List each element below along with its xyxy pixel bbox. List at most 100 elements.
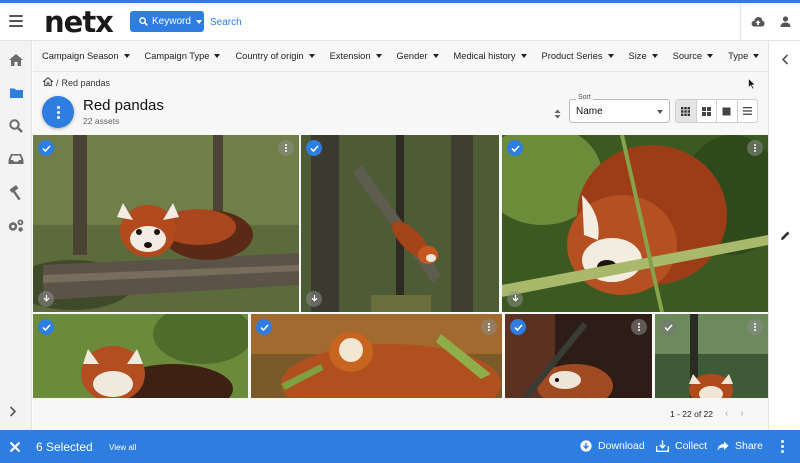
keyword-label: Keyword [152,16,191,27]
more-options-icon[interactable] [278,140,294,156]
filter-country-of-origin[interactable]: Country of origin [235,51,315,61]
sort-direction-icon[interactable] [554,106,561,124]
next-page-icon[interactable]: › [740,408,743,419]
page-title: Red pandas [83,97,164,114]
magnify-icon [9,119,23,133]
red-panda-on-log-thumbnail [33,135,299,312]
view-mode-toggle [675,99,758,123]
selected-check-icon[interactable] [38,140,54,156]
single-view-button[interactable] [717,100,738,122]
collapse-panel-chevron-icon[interactable] [778,52,792,66]
list-icon [742,107,752,115]
mouse-cursor-icon [748,78,756,90]
filter-medical-history[interactable]: Medical history [454,51,527,61]
left-navigation [0,41,32,430]
filter-bar: Campaign Season Campaign Type Country of… [33,41,768,72]
download-circle-icon [580,440,592,452]
nav-home[interactable] [0,46,32,74]
download-icon[interactable] [507,291,523,307]
main-content: / Red pandas Red pandas 22 assets Sort N… [33,72,768,430]
share-button[interactable]: Share [717,440,763,452]
asset-tile[interactable] [251,314,502,398]
filter-type[interactable]: Type [728,51,760,61]
more-options-icon[interactable] [747,319,763,335]
selected-count: 6 Selected [36,440,93,454]
sort-select[interactable]: Sort Name [569,94,670,123]
view-all-link[interactable]: View all [109,443,136,452]
selected-check-icon[interactable] [38,319,54,335]
grid-small-view-button[interactable] [676,100,697,122]
red-panda-eating-bamboo-thumbnail [502,135,768,312]
more-options-icon[interactable] [481,319,497,335]
unselected-check-icon[interactable] [660,319,676,335]
filter-extension[interactable]: Extension [330,51,382,61]
netx-logo[interactable]: netx [44,5,114,39]
dropdown-caret-icon [520,54,527,58]
selected-check-icon[interactable] [256,319,272,335]
nav-settings[interactable] [0,211,32,239]
expand-nav-chevron-icon[interactable] [9,404,17,422]
filter-campaign-season[interactable]: Campaign Season [42,51,130,61]
asset-tile[interactable] [505,314,652,398]
dropdown-caret-icon [432,54,439,58]
pagination-text: 1 - 22 of 22 [670,408,714,419]
share-arrow-icon [717,441,729,451]
selected-check-icon[interactable] [306,140,322,156]
hammer-icon [9,184,21,200]
asset-tile[interactable] [502,135,768,312]
nav-tools[interactable] [0,178,32,206]
red-panda-climbing-tree-thumbnail [301,135,499,312]
filter-gender[interactable]: Gender [397,51,439,61]
collect-button[interactable]: Collect [656,440,707,452]
home-icon [9,54,23,66]
nav-browse[interactable] [0,79,32,107]
menu-icon[interactable] [9,15,23,27]
chevron-down-icon [657,110,663,114]
nav-inbox[interactable] [0,145,32,173]
dropdown-caret-icon [375,54,382,58]
dropdown-caret-icon [123,54,130,58]
top-bar: netx Keyword [0,0,800,41]
download-icon[interactable] [38,291,54,307]
edit-pencil-icon[interactable] [778,228,792,242]
header-actions [740,3,800,41]
grid-large-view-button[interactable] [697,100,717,122]
search-input[interactable] [210,12,710,32]
home-icon[interactable] [42,77,54,88]
folder-icon [9,88,23,98]
filter-source[interactable]: Source [673,51,714,61]
filter-campaign-type[interactable]: Campaign Type [145,51,221,61]
asset-tile[interactable] [301,135,499,312]
breadcrumb-current: Red pandas [61,77,111,88]
red-panda-in-grass-thumbnail [33,314,248,398]
filter-size[interactable]: Size [629,51,658,61]
asset-tile[interactable] [33,314,248,398]
download-button[interactable]: Download [580,440,645,452]
upload-cloud-icon[interactable] [750,14,766,28]
dropdown-caret-icon [214,54,221,58]
grid-large-icon [701,106,711,116]
list-view-button[interactable] [738,100,758,122]
more-actions-icon[interactable] [781,439,784,454]
previous-page-icon[interactable]: ‹ [725,408,728,419]
right-rail [768,41,800,430]
square-icon [722,107,731,115]
grid-small-icon [681,106,691,116]
keyword-search-type-button[interactable]: Keyword [130,11,204,32]
asset-tile[interactable] [655,314,768,398]
selected-check-icon[interactable] [507,140,523,156]
download-icon[interactable] [306,291,322,307]
asset-tile[interactable] [33,135,299,312]
asset-count: 22 assets [83,116,120,126]
nav-search[interactable] [0,112,32,140]
close-icon[interactable] [9,440,21,458]
selected-check-icon[interactable] [510,319,526,335]
red-panda-dark-background-thumbnail [505,314,652,398]
sort-value: Name [576,106,603,117]
folder-actions-button[interactable] [42,96,74,128]
dropdown-caret-icon [753,54,760,58]
user-account-icon[interactable] [778,14,792,28]
more-options-icon[interactable] [747,140,763,156]
filter-product-series[interactable]: Product Series [542,51,614,61]
more-options-icon[interactable] [631,319,647,335]
